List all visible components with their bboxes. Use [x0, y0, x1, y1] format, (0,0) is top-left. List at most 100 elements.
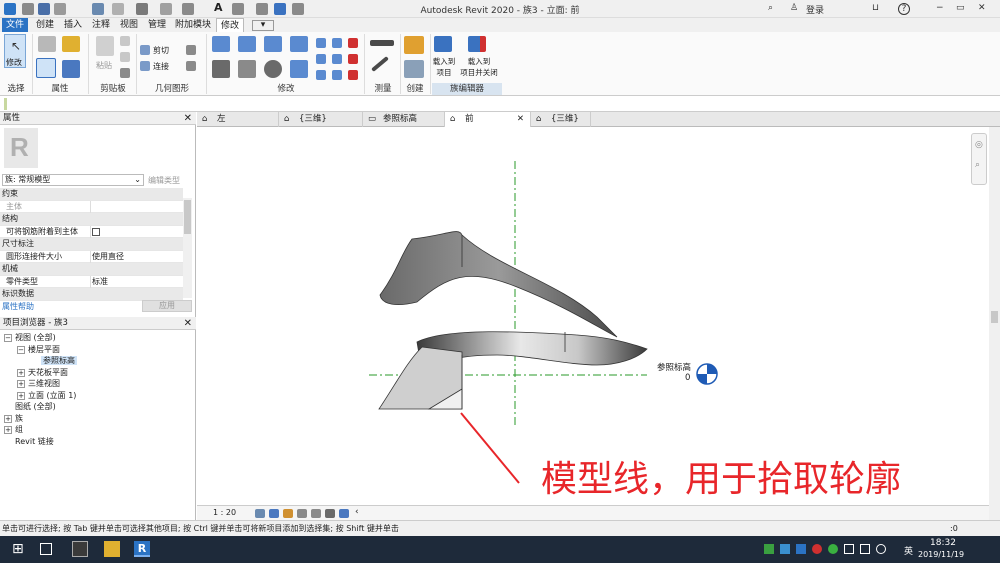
expand-toggle-icon[interactable]: +: [17, 368, 25, 377]
type-selector-dropdown[interactable]: 族: 常规模型 ⌄: [2, 174, 144, 186]
search-icon[interactable]: ⌕: [768, 3, 773, 13]
tab-options-icon[interactable]: ▾: [252, 20, 274, 31]
panel-select-label[interactable]: 选择: [0, 83, 32, 95]
tray-app-icon[interactable]: [780, 544, 790, 554]
tree-item[interactable]: Revit 链接: [4, 436, 54, 447]
user-icon[interactable]: ♙: [790, 3, 798, 13]
zoom-icon[interactable]: ⌕: [975, 160, 980, 170]
volume-icon[interactable]: [876, 544, 886, 554]
property-category[interactable]: 标识数据: [0, 288, 183, 301]
properties-scrollbar[interactable]: [183, 198, 192, 298]
create-similar-icon[interactable]: [404, 36, 424, 54]
load-into-project-button[interactable]: 载入到 项目: [430, 56, 458, 78]
trim-extend-icon[interactable]: [290, 60, 308, 78]
create-element-icon[interactable]: [404, 60, 424, 78]
expand-toggle-icon[interactable]: +: [4, 414, 12, 423]
display-icon[interactable]: [844, 544, 854, 554]
task-view-icon[interactable]: [40, 543, 52, 555]
cut-clipboard-icon[interactable]: [120, 36, 130, 46]
property-value[interactable]: 标准: [92, 276, 108, 289]
expand-toggle-icon[interactable]: +: [17, 391, 25, 400]
tree-item[interactable]: + 组: [4, 424, 23, 435]
type-properties-icon[interactable]: [38, 36, 56, 52]
wall-joins-icon[interactable]: [186, 45, 196, 55]
tree-item[interactable]: 参照标高: [30, 355, 77, 366]
property-category[interactable]: 结构: [0, 213, 183, 226]
tab-file[interactable]: 文件: [2, 18, 28, 32]
property-category[interactable]: 尺寸标注: [0, 238, 183, 251]
pin-icon[interactable]: [332, 54, 342, 64]
help-button[interactable]: ?: [898, 3, 910, 15]
modify-tool-button[interactable]: ↖ 修改: [4, 34, 26, 68]
expand-toggle-icon[interactable]: −: [17, 345, 25, 354]
cut-geometry-icon[interactable]: [140, 45, 150, 55]
security-tray-icon[interactable]: [812, 544, 822, 554]
nvidia-tray-icon[interactable]: [764, 544, 774, 554]
split-face-icon[interactable]: [186, 61, 196, 71]
load-into-project-close-button[interactable]: 载入到 项目并关闭: [456, 56, 502, 78]
property-checkbox[interactable]: [92, 227, 100, 236]
expand-toggle-icon[interactable]: +: [4, 426, 12, 434]
view-tab-3d-second[interactable]: ⌂ {三维}: [531, 112, 591, 127]
paste-icon[interactable]: [96, 36, 114, 56]
show-crop-icon[interactable]: [325, 509, 335, 518]
tab-modify[interactable]: 修改: [216, 18, 244, 32]
unpin-icon[interactable]: [332, 38, 342, 48]
copy-icon[interactable]: [238, 60, 256, 78]
ime-indicator[interactable]: 英: [904, 544, 913, 557]
restore-button[interactable]: ▭: [956, 3, 965, 13]
visual-style-icon[interactable]: [269, 509, 279, 518]
tree-item[interactable]: + 天花板平面: [17, 367, 68, 378]
view-tab-left[interactable]: ⌂ 左: [197, 112, 279, 127]
join-geometry-icon[interactable]: [140, 61, 150, 71]
tree-item[interactable]: + 三维视图: [17, 378, 60, 389]
delete-3-icon[interactable]: [348, 70, 358, 80]
property-category[interactable]: 机械: [0, 263, 183, 276]
property-row[interactable]: 可将钢筋附着到主体: [0, 225, 183, 238]
network-icon[interactable]: [860, 544, 870, 554]
mirror-axis-icon[interactable]: [264, 36, 282, 52]
property-category[interactable]: 约束: [0, 188, 183, 201]
mirror-draw-icon[interactable]: [290, 36, 308, 52]
load-into-project-close-icon[interactable]: [468, 36, 486, 52]
tree-item[interactable]: + 族: [4, 413, 23, 424]
delete-2-icon[interactable]: [348, 54, 358, 64]
tree-item[interactable]: − 视图 (全部): [4, 332, 56, 343]
dimension-icon[interactable]: [371, 56, 389, 72]
properties-scroll-thumb[interactable]: [184, 200, 191, 234]
windows-start-icon[interactable]: ⊞: [12, 541, 28, 557]
close-window-button[interactable]: ✕: [978, 3, 986, 13]
canvas-vertical-scrollbar[interactable]: [989, 127, 1000, 520]
navigation-bar[interactable]: ◎ ⌕: [971, 133, 987, 185]
sweep-upper-surface[interactable]: [379, 231, 618, 338]
tab-annotate[interactable]: 注释: [88, 18, 114, 32]
property-row[interactable]: 主体: [0, 200, 183, 213]
tree-item[interactable]: − 楼层平面: [17, 344, 60, 355]
clock-date[interactable]: 2019/11/19: [918, 550, 964, 559]
tab-add-ins[interactable]: 附加模块: [174, 18, 212, 32]
sun-path-icon[interactable]: [283, 509, 293, 518]
scale-icon[interactable]: [316, 70, 326, 80]
expand-toggle-icon[interactable]: −: [4, 334, 12, 342]
tab-insert[interactable]: 插入: [60, 18, 86, 32]
cart-icon[interactable]: ⊔: [872, 3, 879, 13]
rotate-icon[interactable]: [264, 60, 282, 78]
view-tab-front[interactable]: ⌂ 前 ✕: [445, 112, 531, 127]
apply-button[interactable]: 应用: [142, 300, 192, 312]
revit-taskbar-icon[interactable]: R: [134, 541, 150, 557]
expand-toggle-icon[interactable]: +: [17, 380, 25, 388]
wechat-icon[interactable]: [828, 544, 838, 554]
properties-help-link[interactable]: 属性帮助: [2, 301, 34, 312]
detail-level-icon[interactable]: [255, 509, 265, 518]
view-tab-3d[interactable]: ⌂ {三维}: [279, 112, 363, 127]
properties-close-icon[interactable]: ✕: [184, 112, 192, 125]
property-row[interactable]: 零件类型 标准: [0, 275, 183, 289]
clock-time[interactable]: 18:32: [930, 538, 956, 548]
trim-single-icon[interactable]: [332, 70, 342, 80]
crop-view-icon[interactable]: [311, 509, 321, 518]
drawing-canvas[interactable]: 参照标高 0 模型线，用于拾取轮廓 ◎ ⌕: [197, 127, 989, 505]
file-explorer-icon[interactable]: [104, 541, 120, 557]
steering-wheel-icon[interactable]: ◎: [975, 140, 983, 150]
array-icon[interactable]: [316, 54, 326, 64]
property-value[interactable]: 使用直径: [92, 251, 124, 264]
